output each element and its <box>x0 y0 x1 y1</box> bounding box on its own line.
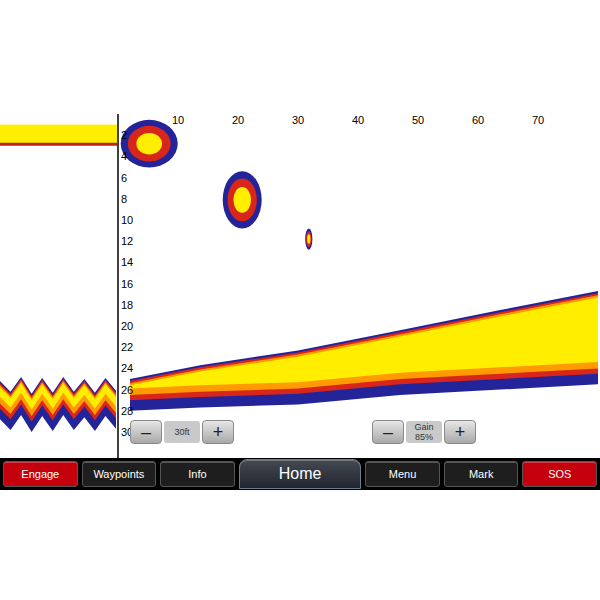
depth-tick: 2 <box>121 129 127 141</box>
depth-tick: 10 <box>121 214 133 226</box>
sonar-target <box>121 120 178 168</box>
depth-tick: 12 <box>121 235 133 247</box>
range-tick: 10 <box>172 114 184 126</box>
history-bottom <box>0 383 116 410</box>
depth-tick: 4 <box>121 150 127 162</box>
sonar-target <box>136 133 162 154</box>
depth-tick: 6 <box>121 172 127 184</box>
range-tick: 20 <box>232 114 244 126</box>
sonar-bottom <box>130 297 598 388</box>
depth-tick: 14 <box>121 256 133 268</box>
soft-key[interactable]: Mark <box>444 461 519 487</box>
soft-key[interactable]: Engage <box>3 461 78 487</box>
range-tick: 30 <box>292 114 304 126</box>
soft-key-bar: EngageWaypointsInfoHomeMenuMarkSOS <box>0 458 600 490</box>
depth-tick: 28 <box>121 405 133 417</box>
soft-key[interactable]: Menu <box>365 461 440 487</box>
gain-down-button[interactable]: – <box>372 420 404 444</box>
sonar-target <box>128 126 171 162</box>
history-bottom <box>0 377 116 432</box>
history-divider <box>117 114 119 458</box>
history-surface-edge <box>0 143 117 146</box>
zoom-in-button[interactable]: + <box>202 420 234 444</box>
zoom-label: 30ft <box>164 421 200 443</box>
page: 1020304050607024681012141618202224262830… <box>0 0 600 600</box>
sonar-target <box>306 231 311 247</box>
sonar-bottom <box>130 291 598 411</box>
history-bottom <box>0 381 116 416</box>
home-button[interactable]: Home <box>239 459 362 489</box>
chart-background <box>0 114 600 458</box>
soft-key[interactable]: Info <box>160 461 235 487</box>
sonar-bottom <box>130 293 598 400</box>
history-surface <box>0 125 117 145</box>
sonar-target <box>228 178 257 221</box>
soft-key[interactable]: SOS <box>522 461 597 487</box>
sonar-view: 1020304050607024681012141618202224262830… <box>0 114 600 458</box>
sonar-target <box>305 228 312 249</box>
gain-control: – Gain 85% + <box>372 420 476 444</box>
gain-up-button[interactable]: + <box>444 420 476 444</box>
range-tick: 70 <box>532 114 544 126</box>
depth-tick: 26 <box>121 384 133 396</box>
zoom-control: – 30ft + <box>130 420 234 444</box>
sonar-target <box>307 234 310 244</box>
gain-value: 85% <box>415 432 433 442</box>
history-bottom <box>0 379 116 421</box>
history-panel <box>0 125 117 432</box>
depth-tick: 24 <box>121 362 133 374</box>
gain-label: Gain 85% <box>406 421 442 443</box>
depth-tick: 22 <box>121 341 133 353</box>
sonar-target <box>233 187 251 213</box>
sonar-chart: 1020304050607024681012141618202224262830 <box>0 114 600 458</box>
depth-tick: 18 <box>121 299 133 311</box>
gain-title: Gain <box>414 422 433 432</box>
top-margin <box>0 0 600 114</box>
range-tick: 40 <box>352 114 364 126</box>
depth-tick: 16 <box>121 278 133 290</box>
sonar-screen: 1020304050607024681012141618202224262830… <box>0 114 600 490</box>
sonar-bottom <box>130 295 598 395</box>
range-tick: 50 <box>412 114 424 126</box>
range-tick: 60 <box>472 114 484 126</box>
zoom-out-button[interactable]: – <box>130 420 162 444</box>
sonar-target <box>223 171 262 228</box>
soft-key[interactable]: Waypoints <box>82 461 157 487</box>
depth-tick: 20 <box>121 320 133 332</box>
depth-tick: 8 <box>121 193 127 205</box>
